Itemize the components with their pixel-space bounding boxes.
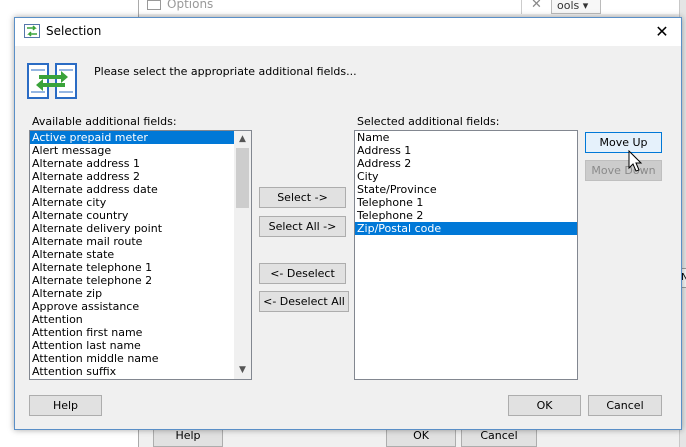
options-tools-menu: ools ▾ [551, 0, 601, 14]
options-close-icon: ✕ [531, 0, 542, 12]
list-item[interactable]: Alternate delivery point [30, 222, 251, 235]
list-item[interactable]: Alternate country [30, 209, 251, 222]
deselect-all-button[interactable]: <- Deselect All [259, 291, 349, 312]
deselect-button[interactable]: <- Deselect [259, 263, 346, 284]
list-item[interactable]: Alternate city [30, 196, 251, 209]
move-up-button[interactable]: Move Up [585, 132, 662, 153]
available-items-container: Active prepaid meter Alert message Alterna… [30, 131, 251, 378]
close-icon[interactable]: ✕ [648, 20, 676, 44]
list-item[interactable]: Alternate telephone 1 [30, 261, 251, 274]
scroll-up-arrow-icon[interactable]: ▲ [234, 131, 251, 148]
options-cancel-button: Cancel [461, 427, 537, 447]
options-titlebar: Options ✕ [139, 0, 686, 14]
list-item[interactable]: Alert message [30, 144, 251, 157]
list-item[interactable]: Attention [30, 313, 251, 326]
selection-dialog: Selection ✕ Please select the appropriat… [14, 17, 682, 430]
cancel-button[interactable]: Cancel [588, 395, 662, 416]
list-item[interactable]: Alternate zip [30, 287, 251, 300]
dialog-title: Selection [46, 24, 102, 38]
list-item[interactable]: Alternate telephone 2 [30, 274, 251, 287]
options-ok-button: OK [386, 427, 456, 447]
move-down-button[interactable]: Move Down [585, 160, 662, 181]
selection-app-icon [24, 24, 40, 38]
selected-fields-label: Selected additional fields: [357, 115, 500, 128]
ok-button[interactable]: OK [508, 395, 581, 416]
help-button[interactable]: Help [29, 395, 102, 416]
selected-fields-list[interactable]: Name Address 1 Address 2 City State/Province… [354, 130, 578, 380]
list-item[interactable]: Approve assistance [30, 300, 251, 313]
list-item[interactable]: Alternate address 1 [30, 157, 251, 170]
select-button[interactable]: Select -> [259, 187, 346, 208]
list-item[interactable]: Alternate state [30, 248, 251, 261]
select-all-button[interactable]: Select All -> [259, 216, 346, 237]
list-item[interactable]: Address 1 [355, 144, 577, 157]
mouse-cursor-icon [628, 150, 643, 172]
scroll-thumb[interactable] [236, 148, 249, 208]
scroll-down-arrow-icon[interactable]: ▼ [234, 362, 251, 379]
available-fields-label: Available additional fields: [32, 115, 177, 128]
selected-items-container: Name Address 1 Address 2 City State/Province… [355, 131, 577, 235]
instruction-text: Please select the appropriate additional… [94, 65, 357, 78]
list-item[interactable]: Attention suffix [30, 365, 251, 378]
options-window-icon [147, 0, 161, 10]
list-item[interactable]: Active prepaid meter [30, 131, 251, 144]
list-item[interactable]: Name [355, 131, 577, 144]
list-item[interactable]: State/Province [355, 183, 577, 196]
transfer-fields-icon [27, 63, 77, 99]
list-item[interactable]: Telephone 1 [355, 196, 577, 209]
list-item[interactable]: Attention last name [30, 339, 251, 352]
list-item[interactable]: Attention first name [30, 326, 251, 339]
available-fields-list[interactable]: Active prepaid meter Alert message Alterna… [29, 130, 252, 380]
list-item[interactable]: Alternate address 2 [30, 170, 251, 183]
list-item[interactable]: Attention middle name [30, 352, 251, 365]
list-item[interactable]: Alternate mail route [30, 235, 251, 248]
options-window-title: Options [167, 0, 214, 11]
list-item[interactable]: Address 2 [355, 157, 577, 170]
list-item[interactable]: City [355, 170, 577, 183]
available-list-scrollbar[interactable]: ▲ ▼ [234, 131, 251, 379]
list-item[interactable]: Zip/Postal code [355, 222, 577, 235]
dialog-titlebar: Selection ✕ [15, 18, 681, 46]
options-help-button: Help [153, 427, 223, 447]
list-item[interactable]: Alternate address date [30, 183, 251, 196]
options-divider [521, 0, 522, 14]
list-item[interactable]: Telephone 2 [355, 209, 577, 222]
